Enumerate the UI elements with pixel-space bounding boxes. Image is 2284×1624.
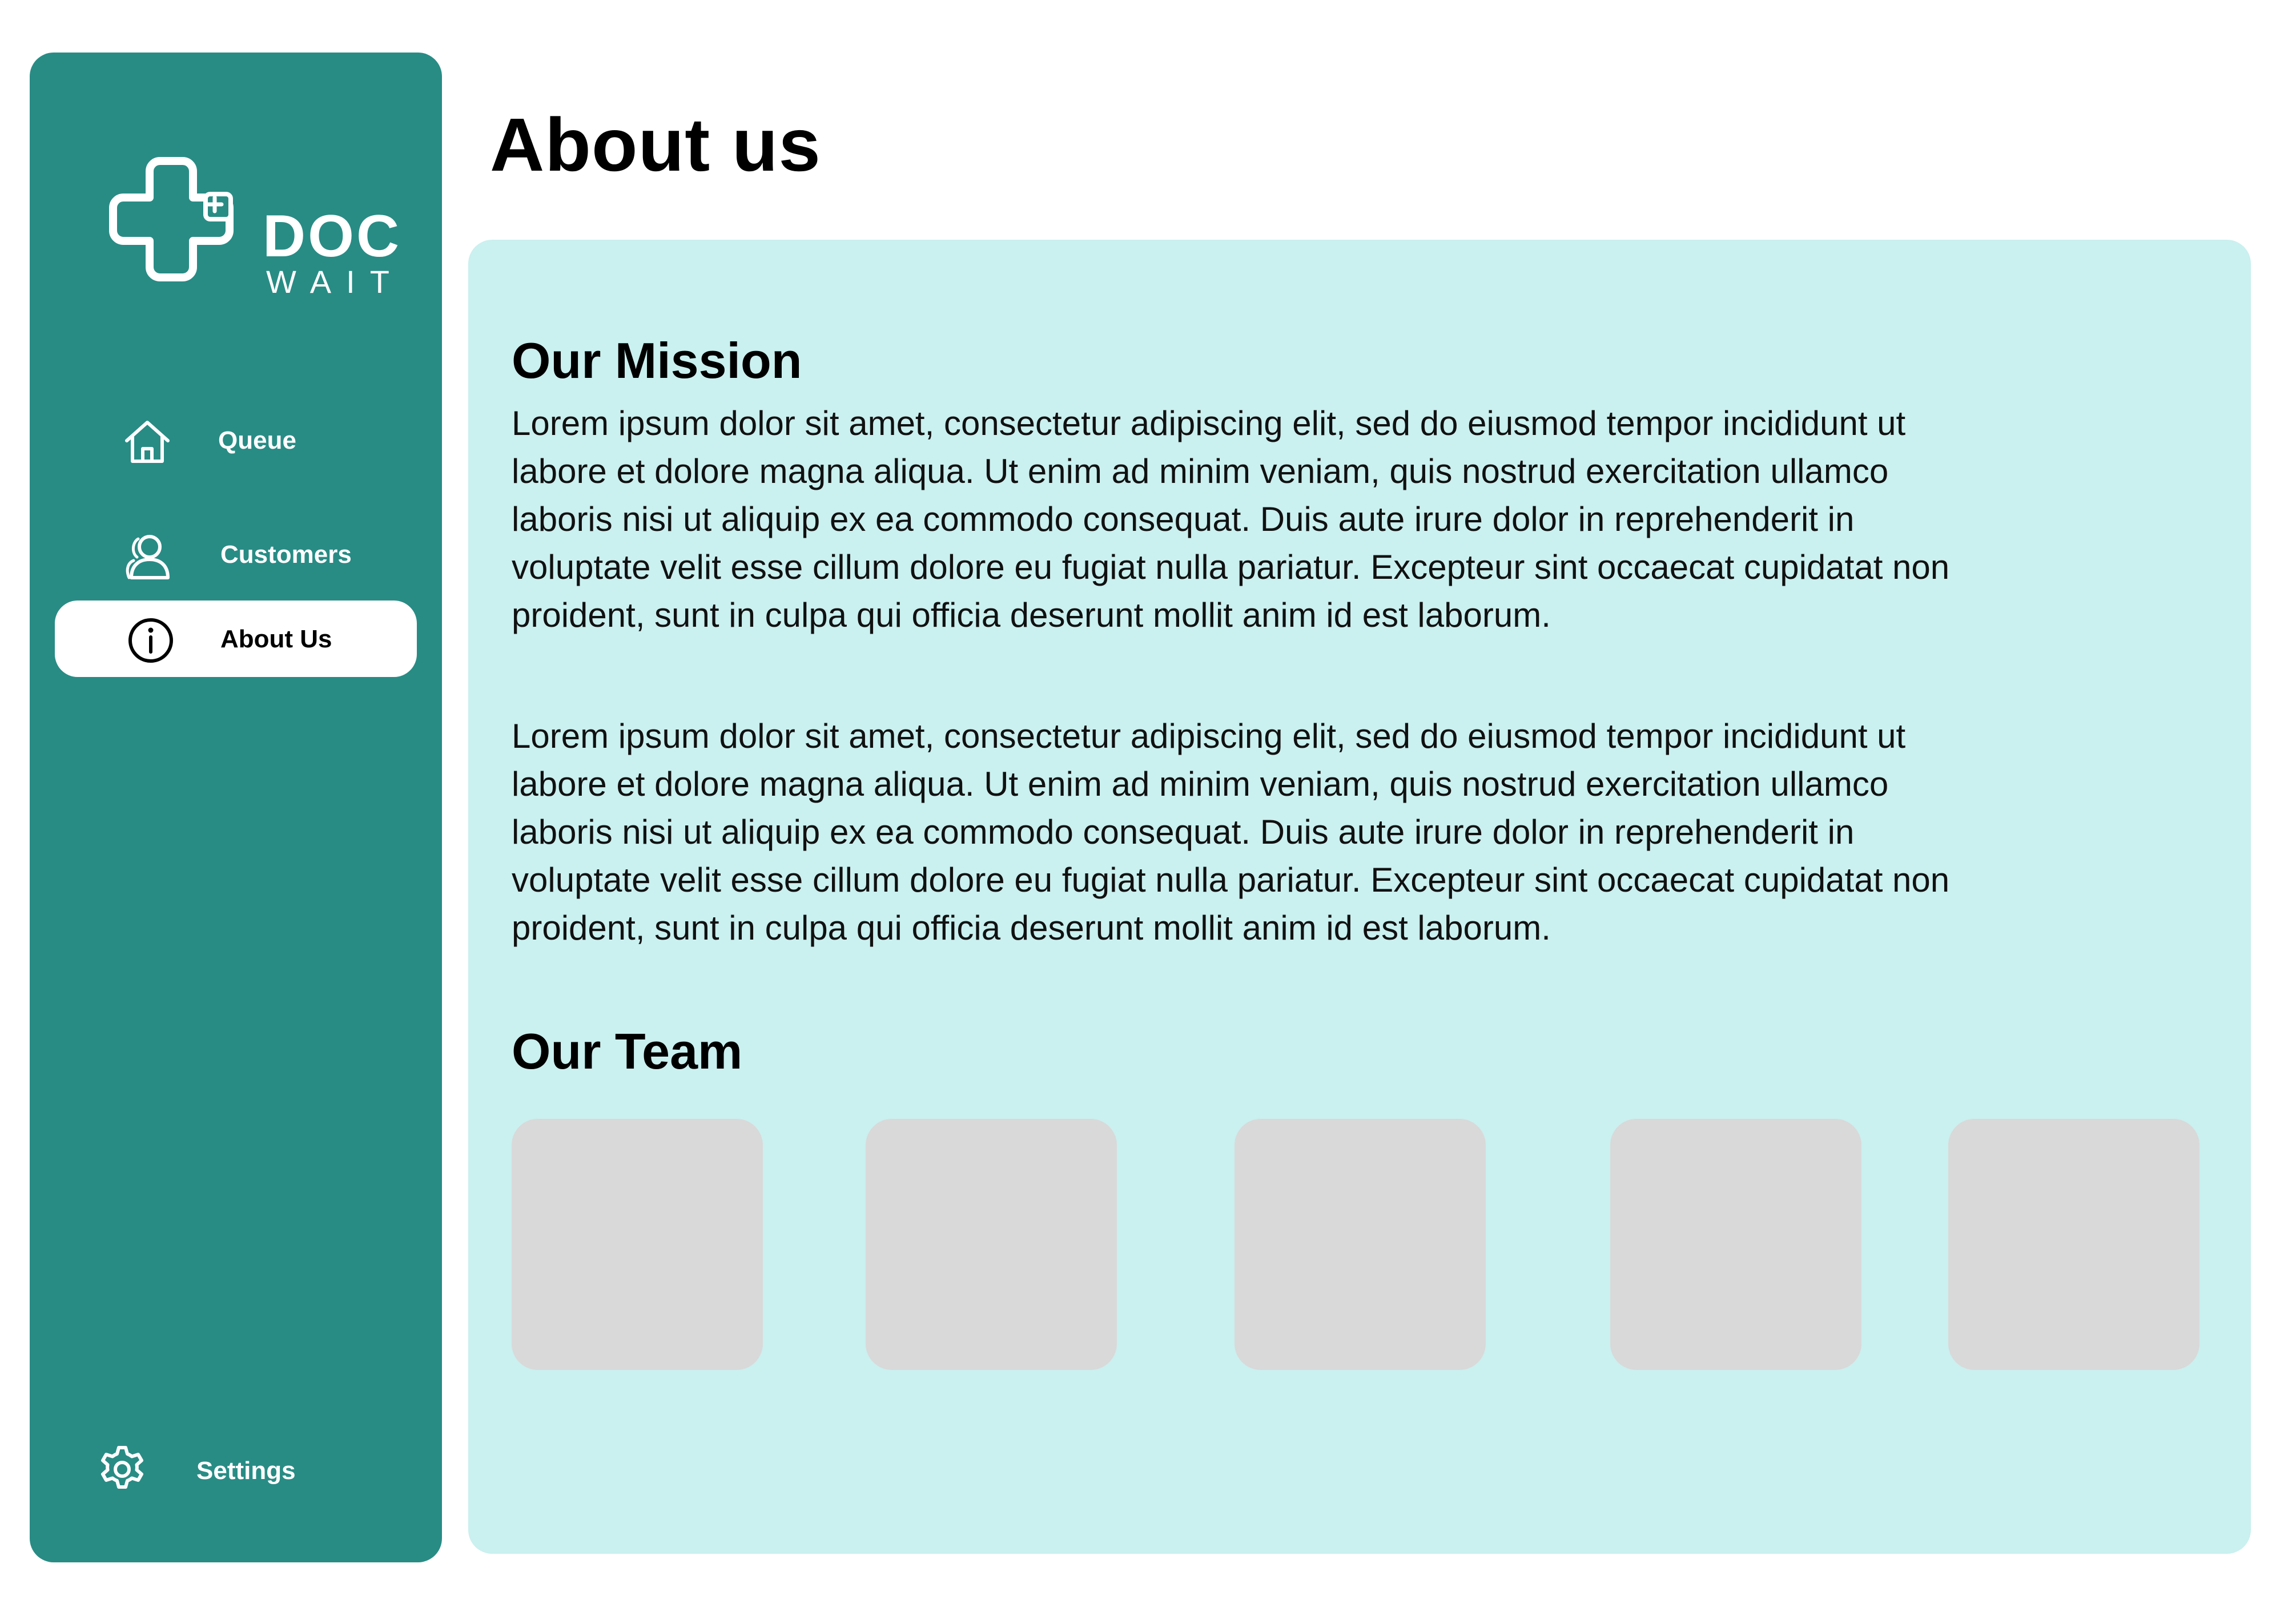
logo-brand-top: DOC: [263, 203, 402, 269]
mission-title: Our Mission: [512, 332, 802, 389]
sidebar-item-customers[interactable]: Customers: [30, 516, 442, 593]
medical-cross-icon: [109, 157, 234, 281]
users-icon: [126, 535, 170, 579]
page-title: About us: [490, 103, 821, 187]
team-member-card[interactable]: [512, 1119, 763, 1370]
sidebar-item-label: Queue: [218, 426, 296, 454]
content-panel: Our Mission Lorem ipsum dolor sit amet, …: [468, 240, 2251, 1554]
settings-button[interactable]: Settings: [30, 1432, 442, 1508]
sidebar: DOC WAIT Queue Customers About Us Settin…: [30, 53, 442, 1562]
team-member-card[interactable]: [1948, 1119, 2199, 1370]
mission-paragraph-2: Lorem ipsum dolor sit amet, consectetur …: [512, 717, 1950, 947]
info-icon: [128, 618, 173, 663]
settings-label: Settings: [196, 1457, 296, 1485]
sidebar-item-label: About Us: [220, 625, 332, 653]
sidebar-item-about-us[interactable]: About Us: [30, 601, 442, 677]
logo[interactable]: DOC WAIT: [103, 137, 400, 320]
sidebar-item-queue[interactable]: Queue: [30, 402, 442, 478]
team-member-card[interactable]: [866, 1119, 1117, 1370]
logo-brand-bottom: WAIT: [266, 264, 404, 300]
sidebar-item-label: Customers: [220, 541, 352, 569]
mission-paragraph-1: Lorem ipsum dolor sit amet, consectetur …: [512, 404, 1950, 634]
gear-icon: [101, 1446, 143, 1489]
team-member-card[interactable]: [1610, 1119, 1861, 1370]
team-member-card[interactable]: [1235, 1119, 1486, 1370]
home-icon: [125, 421, 170, 463]
team-title: Our Team: [512, 1023, 743, 1079]
